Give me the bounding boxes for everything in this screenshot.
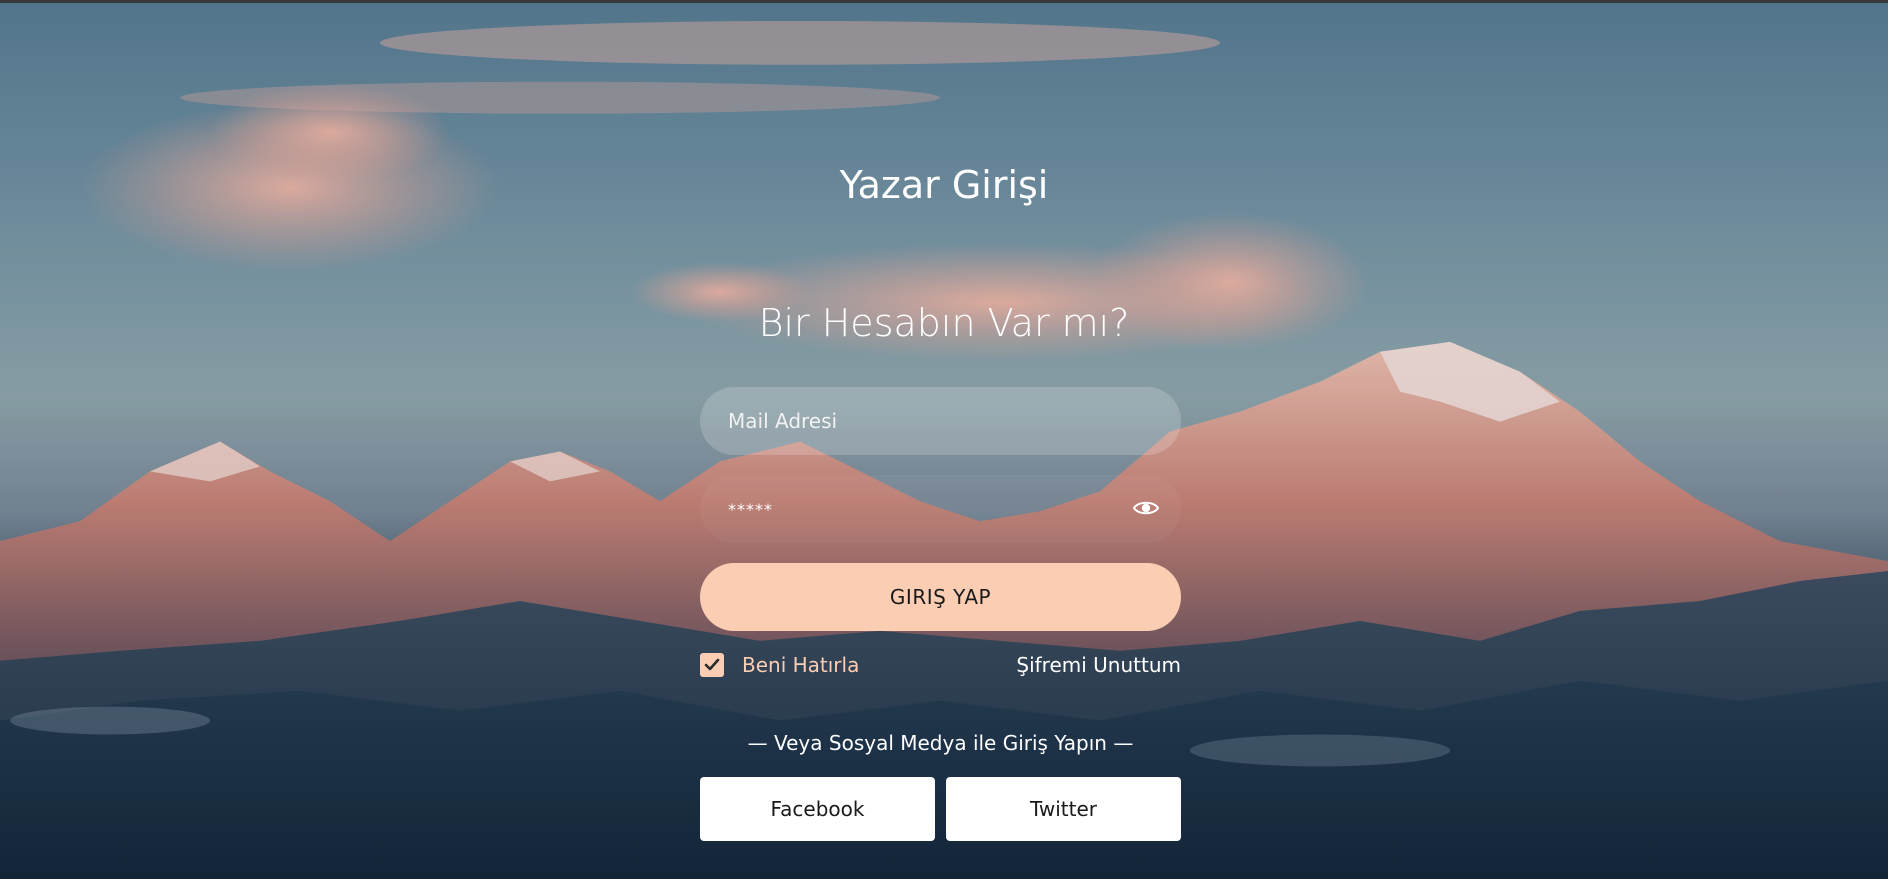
check-icon (704, 658, 720, 671)
eye-icon[interactable] (1133, 497, 1159, 519)
forgot-password-link[interactable]: Şifremi Unuttum (1016, 653, 1181, 677)
remember-label: Beni Hatırla (742, 653, 860, 677)
email-input[interactable] (700, 387, 1181, 455)
social-buttons: Facebook Twitter (700, 777, 1181, 841)
email-field-wrapper (700, 387, 1181, 455)
remember-me: Beni Hatırla (700, 653, 859, 677)
login-content: Yazar Girişi Bir Hesabın Var mı? GIRIŞ Y… (0, 3, 1888, 879)
options-row: Beni Hatırla Şifremi Unuttum (700, 653, 1181, 683)
remember-checkbox[interactable] (700, 653, 724, 677)
twitter-button[interactable]: Twitter (946, 777, 1181, 841)
page-subtitle: Bir Hesabın Var mı? (758, 301, 1130, 345)
social-divider-text: — Veya Sosyal Medya ile Giriş Yapın — (747, 731, 1134, 755)
page-title: Yazar Girişi (839, 163, 1049, 207)
login-form: GIRIŞ YAP Beni Hatırla Şifremi Unuttum —… (700, 387, 1181, 841)
login-button[interactable]: GIRIŞ YAP (700, 563, 1181, 631)
password-field-wrapper (700, 475, 1181, 543)
password-input[interactable] (700, 475, 1181, 543)
facebook-button[interactable]: Facebook (700, 777, 935, 841)
login-page: Yazar Girişi Bir Hesabın Var mı? GIRIŞ Y… (0, 0, 1888, 879)
